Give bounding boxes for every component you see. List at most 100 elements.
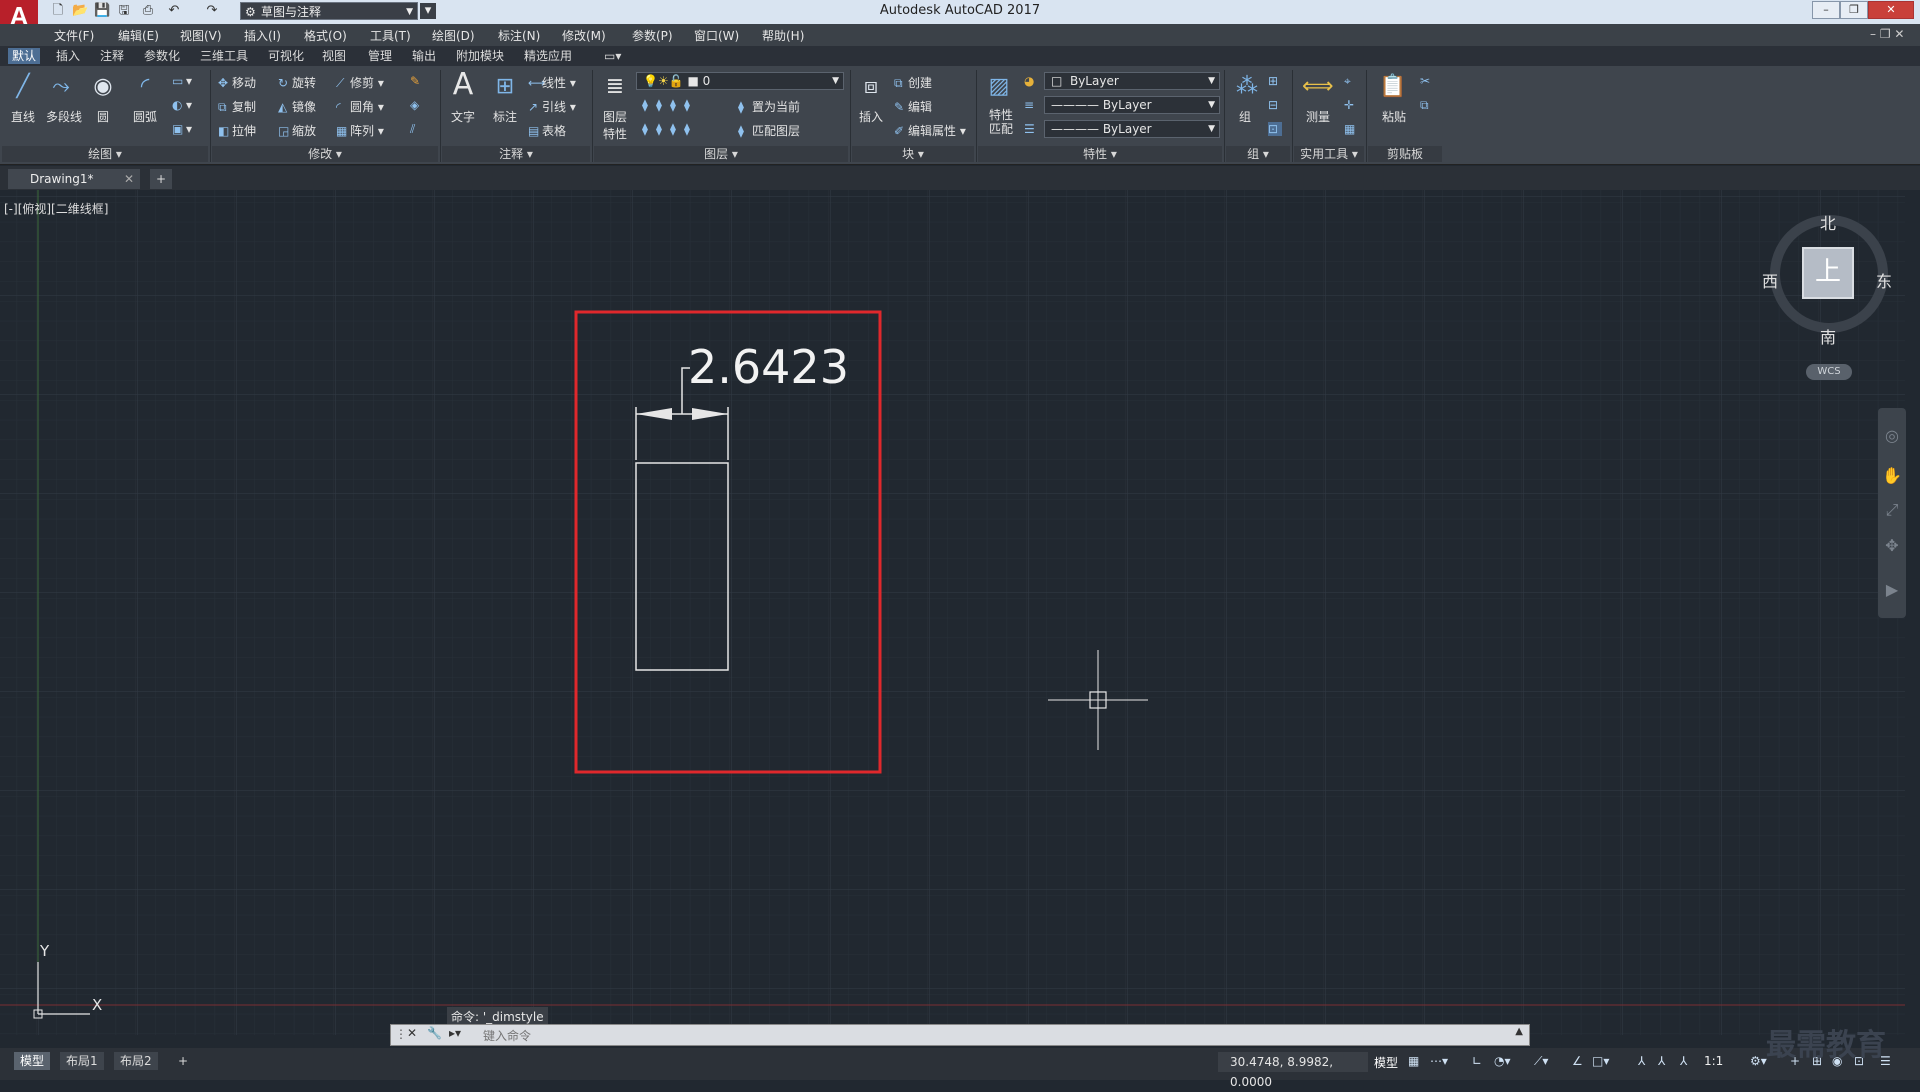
panel-groups-title[interactable]: 组 ▾ <box>1226 146 1290 162</box>
polyline-icon[interactable]: ⤳ <box>46 72 76 102</box>
panel-block-title[interactable]: 块 ▾ <box>852 146 974 162</box>
tab-parametric[interactable]: 参数化 <box>140 48 184 64</box>
close-command-icon[interactable]: ✕ <box>407 1026 417 1040</box>
annotation-visibility-icon[interactable]: ⅄ <box>1638 1054 1645 1068</box>
offset-icon[interactable]: ⫽ <box>410 122 424 137</box>
menu-format[interactable]: 格式(O) <box>304 27 347 44</box>
open-folder-icon[interactable]: 📂 <box>72 3 88 19</box>
ortho-icon[interactable]: ∟ <box>1472 1054 1482 1068</box>
ribbon-options-icon[interactable]: ▭▾ <box>600 48 625 64</box>
text-icon[interactable]: A <box>448 70 478 100</box>
showmotion-icon[interactable]: ▶ <box>1882 580 1902 600</box>
wcs-menu-button[interactable]: WCS <box>1806 364 1852 380</box>
panel-utilities-title[interactable]: 实用工具 ▾ <box>1294 146 1364 162</box>
panel-properties-title[interactable]: 特性 ▾ <box>978 146 1222 162</box>
polyline-label[interactable]: 多段线 <box>40 108 88 125</box>
circle-icon[interactable]: ◉ <box>88 72 118 102</box>
menu-window[interactable]: 窗口(W) <box>694 27 739 44</box>
menu-view[interactable]: 视图(V) <box>180 27 222 44</box>
measure-label[interactable]: 测量 <box>1300 108 1336 125</box>
pan-icon[interactable]: ✋ <box>1882 466 1902 486</box>
tab-annotate[interactable]: 注释 <box>96 48 128 64</box>
stretch-button[interactable]: ◧ 拉伸 <box>218 122 256 139</box>
rotate-button[interactable]: ↻ 旋转 <box>278 74 316 91</box>
move-button[interactable]: ✥ 移动 <box>218 74 256 91</box>
copy-clip-icon[interactable]: ⧉ <box>1420 98 1434 113</box>
workspace-selector[interactable]: ⚙ 草图与注释 ▼ <box>240 2 418 20</box>
tab-view[interactable]: 视图 <box>318 48 350 64</box>
doc-tab-drawing1[interactable]: Drawing1* ✕ <box>8 169 140 189</box>
undo-icon[interactable]: ↶ <box>166 3 182 19</box>
annotation-scale-icon[interactable]: ⅄ <box>1680 1054 1687 1068</box>
viewcube-top-face[interactable]: 上 <box>1802 247 1854 299</box>
text-label[interactable]: 文字 <box>446 108 480 125</box>
panel-layers-title[interactable]: 图层 ▾ <box>594 146 848 162</box>
layout-tab-model[interactable]: 模型 <box>14 1052 51 1070</box>
tab-insert[interactable]: 插入 <box>52 48 84 64</box>
menu-edit[interactable]: 编辑(E) <box>118 27 159 44</box>
workspace-gear-icon[interactable]: ⚙▾ <box>1750 1054 1767 1068</box>
create-block-button[interactable]: ⧉ 创建 <box>894 74 932 91</box>
close-button[interactable]: ✕ <box>1868 1 1914 19</box>
doc-window-controls[interactable]: – ❐ ✕ <box>1870 27 1904 41</box>
customize-wrench-icon[interactable]: 🔧 <box>427 1026 442 1040</box>
match-properties-label[interactable]: 特性匹配 <box>984 108 1018 136</box>
set-current-button[interactable]: ⧫ 置为当前 <box>738 98 800 115</box>
lineweight-dropdown[interactable]: ———— ByLayer ▼ <box>1044 120 1220 138</box>
object-snap-icon[interactable]: □▾ <box>1592 1054 1609 1068</box>
scale-button[interactable]: ◲ 缩放 <box>278 122 316 139</box>
menu-tools[interactable]: 工具(T) <box>370 27 411 44</box>
layer-properties-icon[interactable]: ≣ <box>600 72 630 102</box>
quick-access-dropdown-icon[interactable]: ▾ <box>420 3 436 19</box>
rectangle-icon[interactable]: ▭ ▾ <box>172 74 192 88</box>
viewcube-east[interactable]: 东 <box>1876 268 1892 292</box>
layer-tools-row1[interactable]: ⧫ ⧫ ⧫ ⧫ <box>642 98 698 112</box>
calculator-icon[interactable]: ▦ <box>1344 122 1358 136</box>
layout-tab-2[interactable]: 布局2 <box>114 1052 158 1070</box>
save-icon[interactable]: 💾 <box>94 3 110 19</box>
layout-tab-1[interactable]: 布局1 <box>60 1052 104 1070</box>
close-tab-icon[interactable]: ✕ <box>124 169 134 189</box>
color-dropdown[interactable]: □ ByLayer ▼ <box>1044 72 1220 90</box>
quick-select-icon[interactable]: ⌖ <box>1344 74 1358 89</box>
redo-icon[interactable]: ↷ <box>204 3 220 19</box>
copy-button[interactable]: ⧉ 复制 <box>218 98 256 115</box>
minimize-button[interactable]: – <box>1812 1 1840 19</box>
save-as-icon[interactable]: 🖫 <box>116 3 132 19</box>
edit-block-button[interactable]: ✎ 编辑 <box>894 98 932 115</box>
object-snap-tracking-icon[interactable]: ∠ <box>1572 1054 1583 1068</box>
paste-label[interactable]: 粘贴 <box>1376 108 1412 125</box>
arc-icon[interactable]: ◜ <box>130 72 160 102</box>
restore-button[interactable]: ❐ <box>1840 1 1868 19</box>
group-select-icon[interactable]: ⊡ <box>1268 122 1282 136</box>
leader-button[interactable]: ↗ 引线 ▾ <box>528 98 576 115</box>
array-button[interactable]: ▦ 阵列 ▾ <box>336 122 384 139</box>
line-icon[interactable]: ╱ <box>8 72 38 102</box>
viewcube-north[interactable]: 北 <box>1820 210 1836 234</box>
layer-tools-row2[interactable]: ⧫ ⧫ ⧫ ⧫ <box>642 122 698 136</box>
snap-icon[interactable]: ⋯▾ <box>1430 1054 1448 1068</box>
model-space-toggle[interactable]: 模型 <box>1374 1054 1398 1071</box>
polar-icon[interactable]: ◔▾ <box>1494 1054 1511 1068</box>
command-grip-icon[interactable]: ⋮ <box>395 1027 407 1041</box>
group-edit-icon[interactable]: ⊟ <box>1268 98 1282 112</box>
menu-file[interactable]: 文件(F) <box>54 27 94 44</box>
menu-parametric[interactable]: 参数(P) <box>632 27 673 44</box>
trim-button[interactable]: ⟋ 修剪 ▾ <box>336 74 384 91</box>
arc-label[interactable]: 圆弧 <box>128 108 162 125</box>
dimension-icon[interactable]: ⊞ <box>490 72 520 102</box>
menu-modify[interactable]: 修改(M) <box>562 27 606 44</box>
table-button[interactable]: ▤ 表格 <box>528 122 566 139</box>
erase-icon[interactable]: ✎ <box>410 74 424 88</box>
line-label[interactable]: 直线 <box>6 108 40 125</box>
linear-dim-button[interactable]: ⟷线性 ▾ <box>528 74 576 91</box>
steering-wheel-icon[interactable]: ◎ <box>1882 426 1902 446</box>
panel-clipboard-title[interactable]: 剪贴板 <box>1368 146 1442 162</box>
cut-icon[interactable]: ✂ <box>1420 74 1434 88</box>
menu-insert[interactable]: 插入(I) <box>244 27 281 44</box>
tab-output[interactable]: 输出 <box>408 48 440 64</box>
command-input[interactable] <box>481 1026 1485 1046</box>
explode-icon[interactable]: ◈ <box>410 98 424 112</box>
viewcube-south[interactable]: 南 <box>1820 324 1836 348</box>
circle-label[interactable]: 圆 <box>88 108 118 125</box>
